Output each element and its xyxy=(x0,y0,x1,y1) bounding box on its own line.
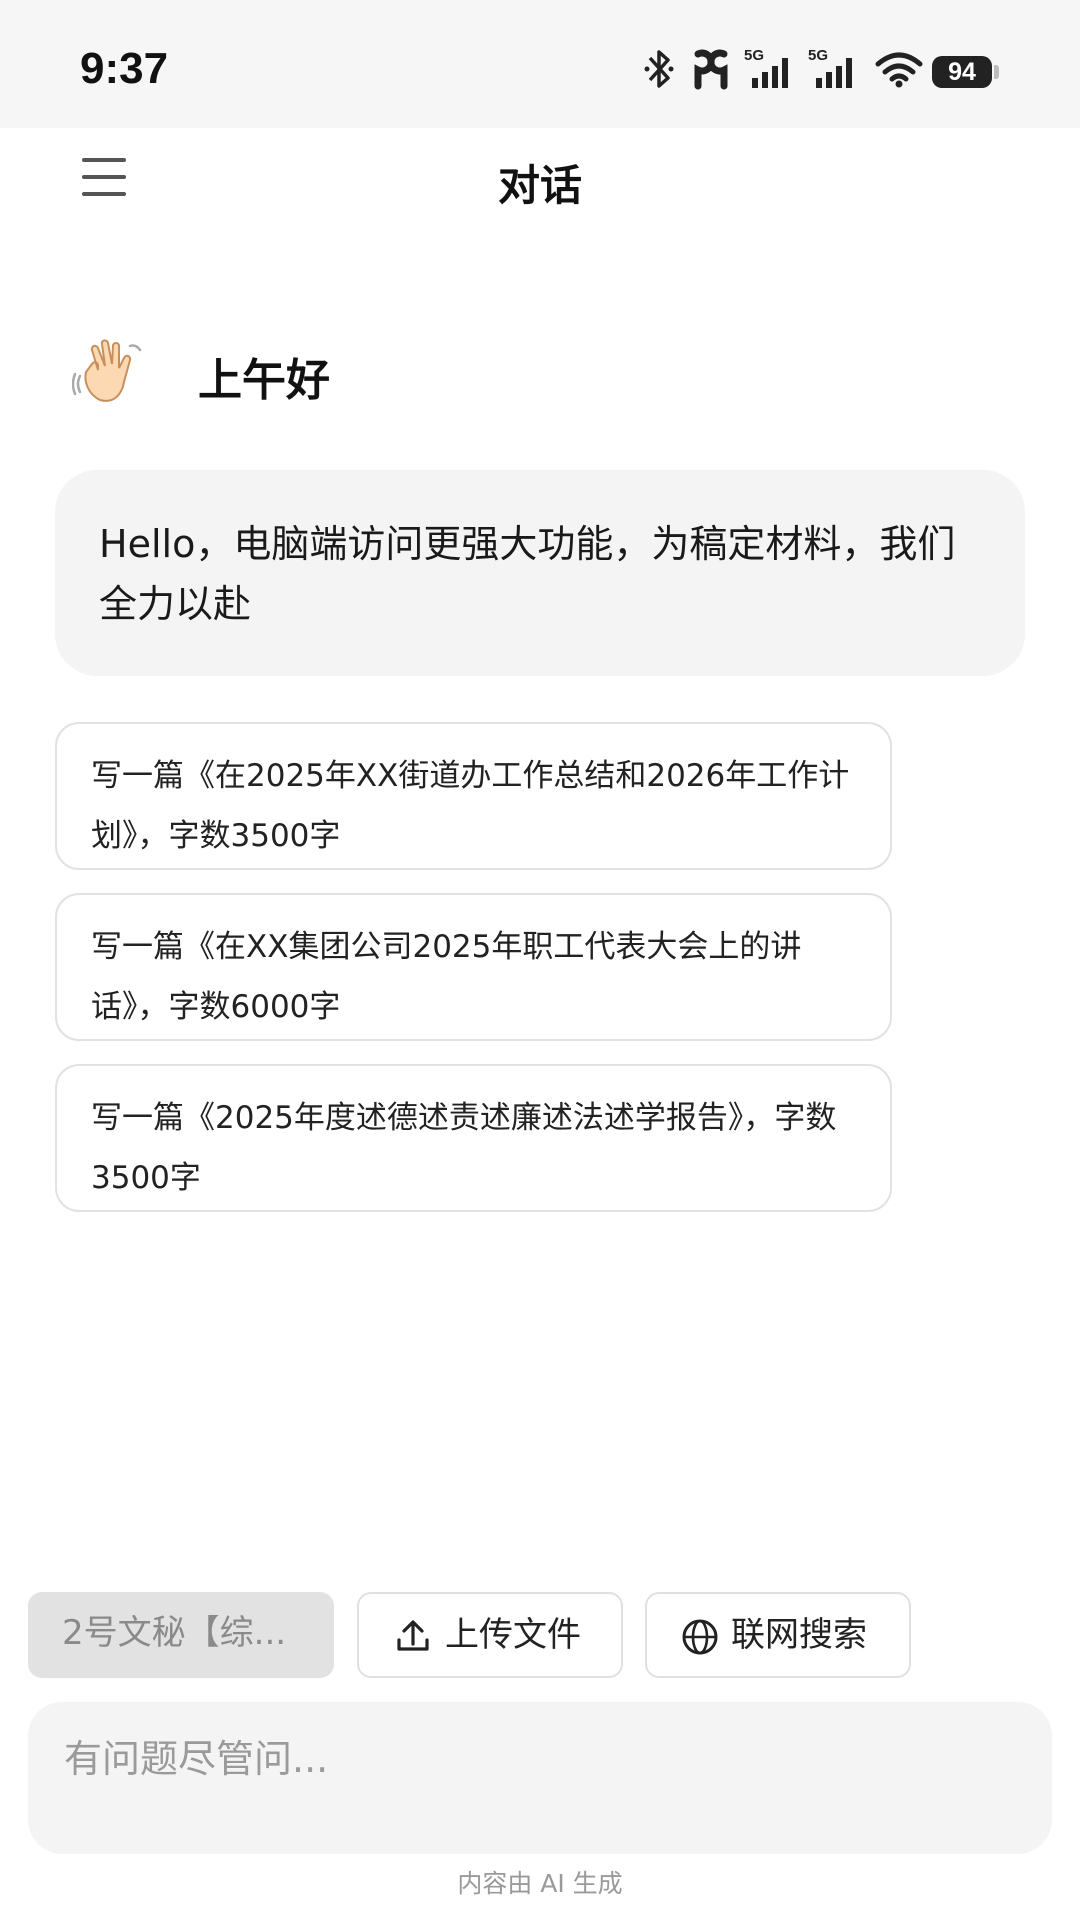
globe-icon xyxy=(682,1619,718,1655)
signal-5g-icon: 5G xyxy=(808,47,852,88)
intro-message: Hello，电脑端访问更强大功能，为稿定材料，我们全力以赴 xyxy=(55,470,1025,676)
chat-screen: 9:37 5G 5G 94 对话 上午好 Hello，电脑端访问更强大功能，为稿… xyxy=(0,0,1080,1920)
suggestion-card[interactable]: 写一篇《2025年度述德述责述廉述法述学报告》，字数3500字 xyxy=(55,1064,892,1212)
upload-icon xyxy=(397,1620,429,1651)
waving-hand-icon xyxy=(72,339,142,402)
status-time: 9:37 xyxy=(80,44,169,93)
battery-icon: 94 xyxy=(932,56,992,88)
message-input[interactable] xyxy=(62,1728,1006,1790)
suggestion-card[interactable]: 写一篇《在XX集团公司2025年职工代表大会上的讲话》，字数6000字 xyxy=(55,893,892,1041)
battery-tip xyxy=(994,65,999,79)
ai-disclaimer: 内容由 AI 生成 xyxy=(457,1869,623,1898)
status-bar: 9:37 5G 5G 94 xyxy=(0,0,1080,128)
suggestion-card[interactable]: 写一篇《在2025年XX街道办工作总结和2026年工作计划》，字数3500字 xyxy=(55,722,892,870)
web-search-label: 联网搜索 xyxy=(731,1615,867,1655)
model-selector-button[interactable]: 2号文秘【综... xyxy=(28,1592,334,1678)
greeting-text: 上午好 xyxy=(198,355,330,406)
model-selector-label: 2号文秘【综... xyxy=(62,1613,287,1653)
earbuds-icon xyxy=(694,49,728,90)
bluetooth-icon xyxy=(644,50,674,88)
message-input-container xyxy=(28,1702,1052,1854)
network-label: 5G xyxy=(744,47,764,64)
status-icons: 5G 5G 94 xyxy=(640,46,1010,96)
signal-5g-icon: 5G xyxy=(744,47,788,88)
page-title: 对话 xyxy=(497,161,582,210)
upload-file-label: 上传文件 xyxy=(445,1615,581,1655)
wifi-icon xyxy=(875,52,923,88)
web-search-button[interactable]: 联网搜索 xyxy=(645,1592,911,1678)
network-label: 5G xyxy=(808,47,828,64)
upload-file-button[interactable]: 上传文件 xyxy=(357,1592,623,1678)
